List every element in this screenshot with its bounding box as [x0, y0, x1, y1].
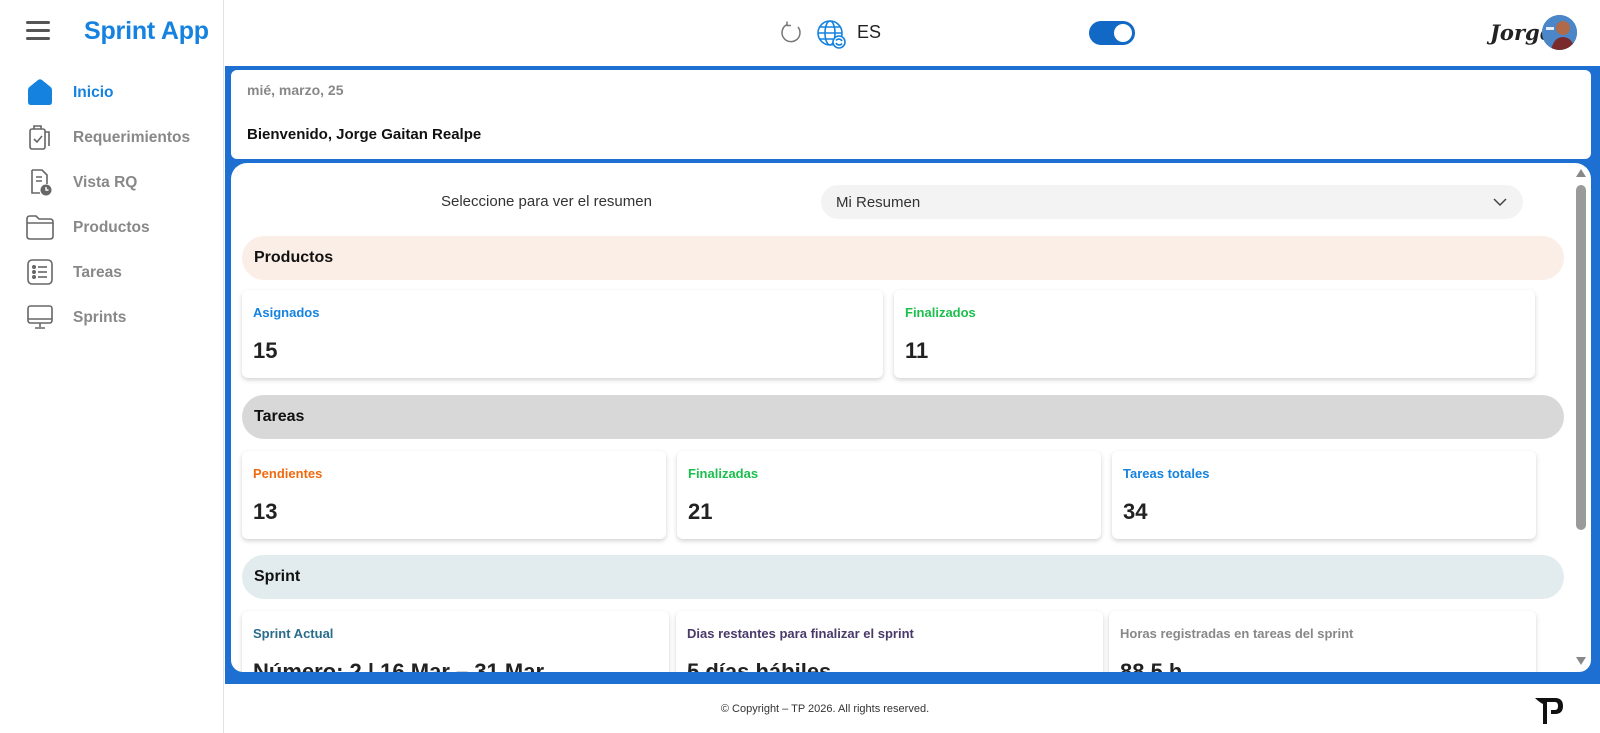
refresh-icon[interactable] [778, 20, 804, 46]
sidebar-item-label: Productos [73, 218, 150, 236]
globe-language-icon[interactable] [815, 18, 847, 50]
sidebar-item-label: Vista RQ [73, 173, 138, 191]
sidebar-item-label: Inicio [73, 83, 114, 101]
language-code[interactable]: ES [857, 22, 881, 43]
card-pendientes: Pendientes 13 [242, 451, 666, 539]
sidebar-item-requerimientos[interactable]: Requerimientos [0, 115, 224, 160]
welcome-card: mié, marzo, 25 Bienvenido, Jorge Gaitan … [231, 70, 1591, 159]
card-sprint-actual: Sprint Actual Número: 2 | 16 Mar – 31 Ma… [242, 611, 669, 672]
scroll-down-arrow[interactable] [1576, 657, 1586, 665]
home-icon [28, 79, 52, 105]
chevron-down-icon [1493, 198, 1507, 207]
card-dias-restantes: Dias restantes para finalizar el sprint … [676, 611, 1103, 672]
app-title: Sprint App [84, 17, 209, 45]
sidebar-item-sprints[interactable]: Sprints [0, 295, 224, 340]
theme-toggle[interactable] [1089, 21, 1135, 45]
card-value: 13 [253, 499, 278, 524]
sidebar: Sprint App Inicio Requerimientos Vista R… [0, 0, 224, 733]
sidebar-item-productos[interactable]: Productos [0, 205, 224, 250]
card-horas-registradas: Horas registradas en tareas del sprint 8… [1109, 611, 1536, 672]
section-title: Productos [254, 249, 334, 266]
summary-select-value: Mi Resumen [836, 194, 921, 211]
card-finalizadas: Finalizadas 21 [677, 451, 1101, 539]
sidebar-item-label: Requerimientos [73, 128, 191, 146]
sidebar-item-label: Sprints [73, 308, 127, 326]
panel-scrollbar[interactable] [1575, 167, 1587, 667]
section-title: Tareas [254, 408, 305, 425]
user-photo-icon [1542, 15, 1577, 50]
folder-icon [26, 215, 54, 240]
sidebar-nav: Inicio Requerimientos Vista RQ Productos… [0, 70, 224, 340]
section-productos: Productos [242, 236, 1564, 280]
card-value: 34 [1123, 499, 1148, 524]
monitor-icon [27, 305, 53, 329]
card-finalizados: Finalizados 11 [894, 290, 1535, 378]
card-label: Dias restantes para finalizar el sprint [687, 626, 914, 641]
welcome-message: Bienvenido, Jorge Gaitan Realpe [247, 126, 482, 143]
card-value: 15 [253, 338, 278, 363]
list-icon [27, 259, 53, 285]
card-value: Número: 2 | 16 Mar – 31 Mar [253, 659, 545, 672]
summary-select-label: Seleccione para ver el resumen [441, 193, 652, 210]
scroll-up-arrow[interactable] [1576, 169, 1586, 177]
sidebar-item-inicio[interactable]: Inicio [0, 70, 224, 115]
card-tareas-totales: Tareas totales 34 [1112, 451, 1536, 539]
section-tareas: Tareas [242, 395, 1564, 439]
menu-icon[interactable] [26, 21, 50, 41]
card-value: 88.5 h [1120, 659, 1183, 672]
card-label: Tareas totales [1123, 466, 1210, 481]
sidebar-item-label: Tareas [73, 263, 122, 281]
scroll-thumb[interactable] [1576, 185, 1586, 530]
clipboard-icon [29, 125, 50, 150]
footer: © Copyright – TP 2026. All rights reserv… [225, 684, 1600, 733]
card-label: Sprint Actual [253, 626, 334, 641]
card-value: 5 días hábiles [687, 659, 832, 672]
card-value: 21 [688, 499, 713, 524]
card-label: Asignados [253, 305, 320, 320]
tp-logo-icon [1535, 698, 1563, 724]
current-date: mié, marzo, 25 [247, 82, 344, 98]
card-label: Finalizadas [688, 466, 759, 481]
copyright-text: © Copyright – TP 2026. All rights reserv… [720, 703, 930, 715]
avatar[interactable] [1542, 15, 1577, 50]
summary-select[interactable]: Mi Resumen [821, 185, 1523, 219]
main-content: mié, marzo, 25 Bienvenido, Jorge Gaitan … [225, 66, 1600, 684]
section-title: Sprint [254, 568, 301, 585]
sidebar-item-tareas[interactable]: Tareas [0, 250, 224, 295]
section-sprint: Sprint [242, 555, 1564, 599]
card-label: Horas registradas en tareas del sprint [1120, 626, 1354, 641]
document-clock-icon [31, 169, 52, 196]
card-label: Finalizados [905, 305, 976, 320]
sidebar-item-vista-rq[interactable]: Vista RQ [0, 160, 224, 205]
card-value: 11 [905, 338, 929, 363]
card-label: Pendientes [253, 466, 323, 481]
summary-panel: Seleccione para ver el resumen Mi Resume… [231, 163, 1591, 672]
card-asignados: Asignados 15 [242, 290, 883, 378]
top-header: ES Jorge [225, 0, 1600, 66]
